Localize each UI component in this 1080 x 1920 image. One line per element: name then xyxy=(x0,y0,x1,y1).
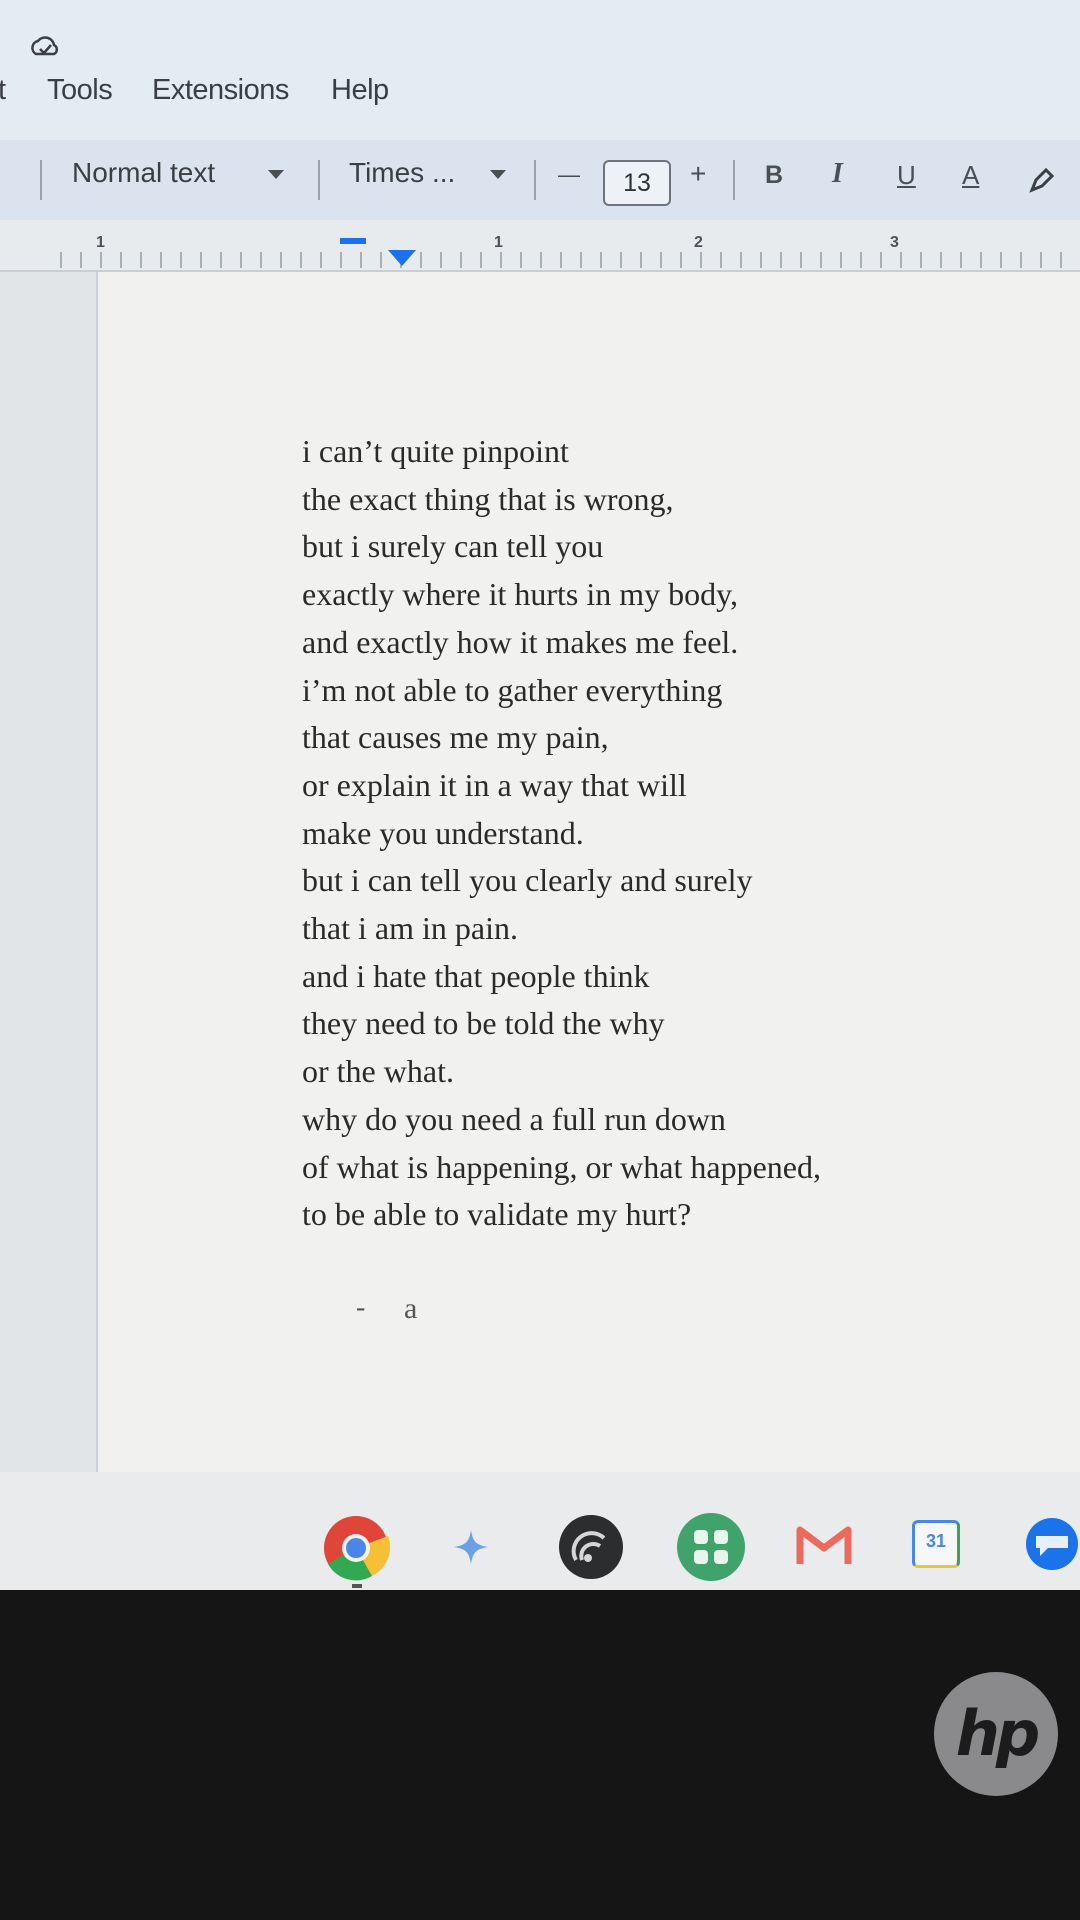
bold-button[interactable]: B xyxy=(765,161,783,190)
ruler-number: 3 xyxy=(890,234,899,251)
signoff-initial: a xyxy=(404,1292,418,1325)
poem-line: that i am in pain. xyxy=(302,910,518,947)
decrease-font-size-button[interactable]: — xyxy=(558,162,580,188)
cloud-sync-icon[interactable] xyxy=(28,30,62,64)
paragraph-style-select[interactable]: Normal text xyxy=(72,157,215,189)
highlight-pen-icon[interactable] xyxy=(1026,166,1056,196)
signoff-dash: - xyxy=(356,1292,366,1323)
poem-line: and exactly how it makes me feel. xyxy=(302,623,739,660)
calendar-icon[interactable]: 31 xyxy=(912,1520,960,1568)
toolbar-divider xyxy=(733,160,735,200)
poem-line: to be able to validate my hurt? xyxy=(302,1196,692,1233)
font-chevron-down-icon[interactable] xyxy=(490,170,506,179)
font-family-select[interactable]: Times ... xyxy=(349,157,455,189)
document-body[interactable]: i can’t quite pinpoint the exact thing t… xyxy=(302,428,821,1239)
apps-icon[interactable] xyxy=(676,1512,746,1582)
font-size-input[interactable]: 13 xyxy=(603,160,671,206)
menu-item-extensions[interactable]: Extensions xyxy=(152,74,289,107)
hp-logo: hp xyxy=(934,1672,1058,1796)
poem-line: i’m not able to gather everything xyxy=(302,671,723,708)
poem-line: and i hate that people think xyxy=(302,957,650,994)
ruler-number: 1 xyxy=(494,234,503,251)
active-app-indicator xyxy=(352,1584,362,1588)
poem-line: or the what. xyxy=(302,1053,454,1090)
toolbar-divider xyxy=(318,160,320,200)
poem-line: they need to be told the why xyxy=(302,1005,665,1042)
first-line-indent-handle[interactable] xyxy=(340,238,366,244)
menu-item-format[interactable]: t xyxy=(0,74,6,107)
left-indent-handle[interactable] xyxy=(388,250,416,266)
style-chevron-down-icon[interactable] xyxy=(268,170,284,179)
poem-line: or explain it in a way that will xyxy=(302,766,687,803)
text-color-button[interactable]: A xyxy=(962,160,979,191)
menu-item-tools[interactable]: Tools xyxy=(47,74,113,107)
ruler-ticks xyxy=(60,252,1080,268)
underline-button[interactable]: U xyxy=(897,160,916,191)
poem-line: of what is happening, or what happened, xyxy=(302,1148,821,1185)
poem-line: make you understand. xyxy=(302,814,584,851)
podcast-icon[interactable] xyxy=(558,1514,624,1580)
menu-bar xyxy=(0,0,1080,140)
toolbar-divider xyxy=(40,160,42,200)
chrome-icon[interactable] xyxy=(322,1514,390,1582)
chat-icon[interactable] xyxy=(1022,1516,1080,1574)
menu-item-help[interactable]: Help xyxy=(331,74,389,107)
gmail-icon[interactable] xyxy=(796,1522,852,1568)
poem-line: why do you need a full run down xyxy=(302,1100,726,1137)
poem-line: the exact thing that is wrong, xyxy=(302,480,674,517)
toolbar-divider xyxy=(534,160,536,200)
ruler-number: 2 xyxy=(694,234,703,251)
calendar-day: 31 xyxy=(925,1531,947,1551)
screen: t Tools Extensions Help Normal text Time… xyxy=(0,0,1080,1590)
poem-line: i can’t quite pinpoint xyxy=(302,433,569,469)
poem-line: but i can tell you clearly and surely xyxy=(302,862,753,899)
poem-line: exactly where it hurts in my body, xyxy=(302,576,739,613)
gemini-icon[interactable] xyxy=(452,1528,490,1566)
laptop-bezel xyxy=(0,1590,1080,1920)
page-gutter xyxy=(0,272,98,1472)
poem-line: that causes me my pain, xyxy=(302,719,609,756)
increase-font-size-button[interactable]: + xyxy=(690,158,706,190)
italic-button[interactable]: I xyxy=(832,158,843,190)
poem-line: but i surely can tell you xyxy=(302,528,604,565)
ruler-number: 1 xyxy=(96,234,105,251)
